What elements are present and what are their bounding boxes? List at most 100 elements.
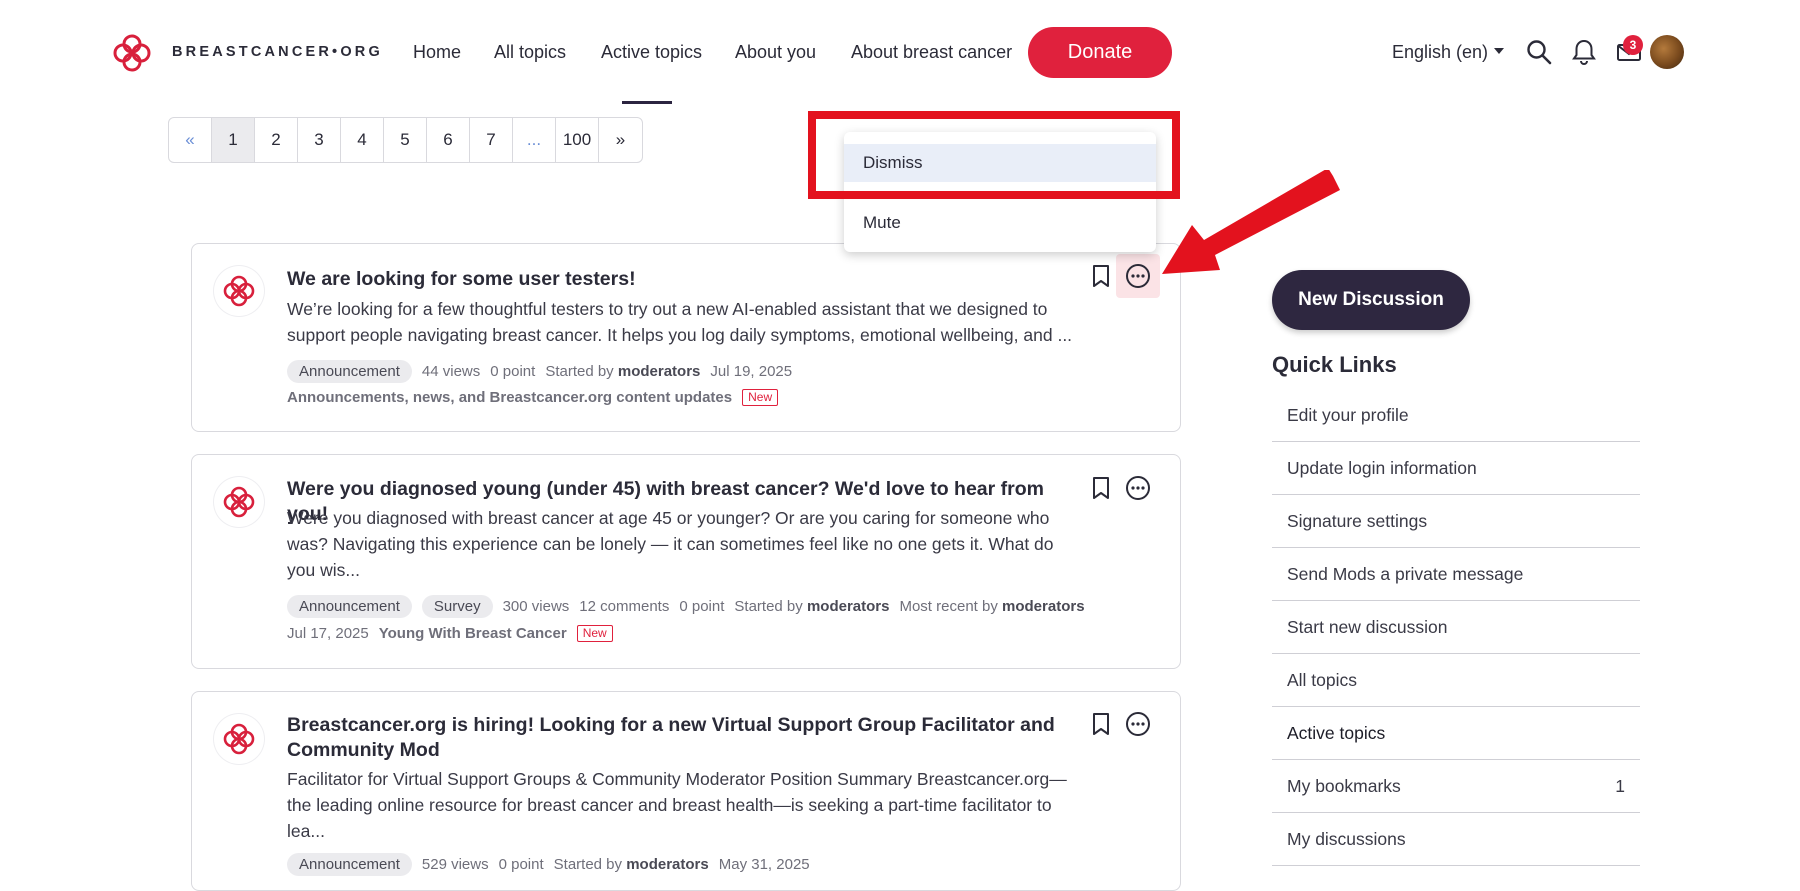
pagination-page-4[interactable]: 4: [341, 118, 384, 162]
nav-home[interactable]: Home: [413, 42, 461, 63]
nav-about-you[interactable]: About you: [735, 42, 816, 63]
caret-down-icon: [1494, 48, 1505, 54]
breastcancer-logo-icon: [223, 275, 255, 307]
quick-link-label: Edit your profile: [1287, 404, 1409, 425]
pagination-page-5[interactable]: 5: [384, 118, 427, 162]
nav-all-topics[interactable]: All topics: [494, 42, 566, 63]
quick-link-all-topics[interactable]: All topics: [1272, 654, 1640, 707]
nav-active-topics[interactable]: Active topics: [601, 42, 702, 63]
discussion-excerpt[interactable]: Facilitator for Virtual Support Groups &…: [287, 766, 1082, 844]
discussion-meta: Announcement 529 views 0 point Started b…: [287, 853, 810, 876]
more-options-icon[interactable]: [1125, 475, 1151, 501]
started-by-label: Started by: [545, 363, 614, 380]
category-link[interactable]: Young With Breast Cancer: [379, 625, 567, 642]
discussion-category-row: Jul 17, 2025 Young With Breast Cancer Ne…: [287, 625, 613, 642]
quick-link-label: My discussions: [1287, 828, 1406, 849]
pagination-page-100[interactable]: 100: [556, 118, 599, 162]
quick-link-my-discussions[interactable]: My discussions: [1272, 813, 1640, 866]
quick-link-active-topics[interactable]: Active topics: [1272, 707, 1640, 760]
menu-divider: [844, 194, 1156, 195]
user-avatar[interactable]: [1650, 35, 1684, 69]
discussion-card[interactable]: Were you diagnosed young (under 45) with…: [191, 454, 1181, 669]
tag-announcement[interactable]: Announcement: [287, 853, 412, 876]
language-label: English (en): [1392, 42, 1489, 62]
discussion-options-menu: Dismiss Mute: [844, 132, 1156, 252]
started-by: Started by moderators: [545, 363, 700, 380]
annotation-arrow-icon: [1162, 170, 1340, 274]
quick-link-edit-profile[interactable]: Edit your profile: [1272, 389, 1640, 442]
author-link[interactable]: moderators: [618, 363, 701, 380]
quick-link-label: Signature settings: [1287, 510, 1428, 531]
more-options-icon[interactable]: [1125, 711, 1151, 737]
new-badge: New: [742, 389, 779, 406]
discussion-card[interactable]: Breastcancer.org is hiring! Looking for …: [191, 691, 1181, 891]
bell-icon[interactable]: [1570, 38, 1598, 66]
most-recent-by: Most recent by moderators: [899, 598, 1084, 615]
quick-link-update-login[interactable]: Update login information: [1272, 442, 1640, 495]
discussion-date: May 31, 2025: [718, 856, 810, 873]
tag-announcement[interactable]: Announcement: [287, 595, 412, 618]
started-by: Started by moderators: [554, 856, 709, 873]
pagination-page-2[interactable]: 2: [255, 118, 298, 162]
quick-link-label: Send Mods a private message: [1287, 563, 1524, 584]
pagination-page-1[interactable]: 1: [212, 118, 255, 162]
author-avatar[interactable]: [214, 714, 264, 764]
point-count: 0 point: [490, 363, 536, 380]
started-by-label: Started by: [553, 856, 623, 873]
discussion-excerpt[interactable]: Were you diagnosed with breast cancer at…: [287, 505, 1082, 583]
category-link[interactable]: Announcements, news, and Breastcancer.or…: [287, 389, 732, 406]
comment-count: 12 comments: [579, 598, 670, 615]
discussion-date: Jul 17, 2025: [287, 625, 369, 642]
author-link[interactable]: moderators: [626, 856, 709, 873]
author-avatar[interactable]: [214, 266, 264, 316]
tag-announcement[interactable]: Announcement: [287, 360, 412, 383]
bookmark-icon[interactable]: [1090, 264, 1112, 288]
nav-active-indicator: [622, 101, 672, 104]
site-header: BREASTCANCER•ORG Home All topics Active …: [0, 0, 1800, 104]
started-by-label: Started by: [734, 598, 803, 615]
menu-item-dismiss[interactable]: Dismiss: [844, 144, 1156, 182]
view-count: 529 views: [421, 856, 489, 873]
donate-button[interactable]: Donate: [1028, 27, 1172, 78]
discussion-category-row: Announcements, news, and Breastcancer.or…: [287, 389, 779, 406]
pagination-page-7[interactable]: 7: [470, 118, 513, 162]
quick-link-label: All topics: [1287, 669, 1358, 690]
recent-author-link[interactable]: moderators: [1002, 598, 1085, 615]
point-count: 0 point: [498, 856, 544, 873]
quick-link-start-discussion[interactable]: Start new discussion: [1272, 601, 1640, 654]
logo-wordmark[interactable]: BREASTCANCER•ORG: [172, 44, 383, 60]
started-by: Started by moderators: [734, 598, 889, 615]
pagination: « 1 2 3 4 5 6 7 ... 100 »: [168, 117, 643, 163]
search-icon[interactable]: [1525, 38, 1553, 66]
pagination-next[interactable]: »: [599, 118, 642, 162]
bookmark-icon[interactable]: [1090, 712, 1112, 736]
author-link[interactable]: moderators: [807, 598, 890, 615]
pagination-page-3[interactable]: 3: [298, 118, 341, 162]
breastcancer-logo-icon: [223, 486, 255, 518]
quick-link-signature-settings[interactable]: Signature settings: [1272, 495, 1640, 548]
point-count: 0 point: [679, 598, 725, 615]
discussion-card[interactable]: We are looking for some user testers! We…: [191, 243, 1181, 432]
discussion-title[interactable]: Breastcancer.org is hiring! Looking for …: [287, 713, 1077, 763]
quick-links-heading: Quick Links: [1272, 352, 1397, 377]
discussion-title[interactable]: We are looking for some user testers!: [287, 267, 1077, 292]
author-avatar[interactable]: [214, 477, 264, 527]
language-selector[interactable]: English (en): [1392, 42, 1505, 63]
pagination-page-6[interactable]: 6: [427, 118, 470, 162]
view-count: 44 views: [421, 363, 481, 380]
view-count: 300 views: [502, 598, 570, 615]
quick-link-my-bookmarks[interactable]: My bookmarks 1: [1272, 760, 1640, 813]
breastcancer-logo-icon: [223, 723, 255, 755]
pagination-prev[interactable]: «: [169, 118, 212, 162]
more-options-icon[interactable]: [1125, 263, 1151, 289]
breastcancer-logo-icon[interactable]: [111, 32, 153, 74]
discussion-excerpt[interactable]: We’re looking for a few thoughtful teste…: [287, 296, 1082, 348]
quick-link-count: 1: [1615, 775, 1625, 796]
discussion-date: Jul 19, 2025: [710, 363, 793, 380]
tag-survey[interactable]: Survey: [421, 595, 493, 618]
menu-item-mute[interactable]: Mute: [844, 204, 1156, 242]
pagination-ellipsis[interactable]: ...: [513, 118, 556, 162]
nav-about-breast-cancer[interactable]: About breast cancer: [851, 42, 1012, 63]
bookmark-icon[interactable]: [1090, 476, 1112, 500]
quick-link-message-mods[interactable]: Send Mods a private message: [1272, 548, 1640, 601]
